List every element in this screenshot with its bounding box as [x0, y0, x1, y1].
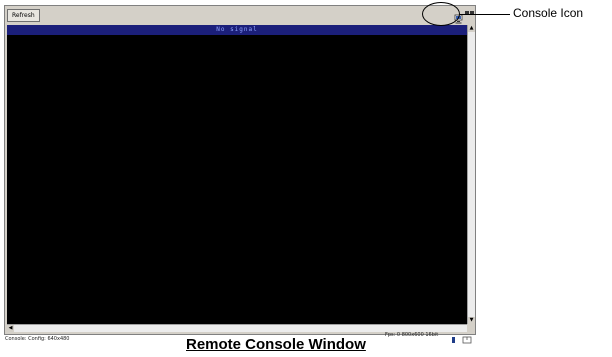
console-icon-callout-line — [460, 14, 510, 15]
scroll-down-icon[interactable]: ▼ — [468, 317, 475, 324]
scroll-up-icon[interactable]: ▲ — [468, 25, 475, 32]
horizontal-scrollbar[interactable]: ◀ — [7, 324, 467, 332]
console-toolbar: Refresh — [5, 6, 475, 24]
mouse-icon[interactable] — [462, 329, 472, 344]
status-bottom-right: Fps: 0 800x600 16bit — [385, 332, 439, 338]
signal-status-bar: No signal — [7, 25, 467, 35]
console-icon-callout-circle — [422, 2, 460, 26]
status-bottom-left: Console: Config: 640x480 — [5, 336, 70, 342]
console-screen[interactable] — [7, 35, 467, 324]
remote-console-window: Refresh No signal ▲ ▼ ◀ — [4, 5, 476, 335]
figure-caption: Remote Console Window — [186, 336, 366, 353]
scroll-left-icon[interactable]: ◀ — [7, 325, 14, 332]
console-icon-callout-label: Console Icon — [513, 6, 584, 20]
keyboard-icon[interactable] — [450, 329, 457, 343]
toolbar-button[interactable]: Refresh — [7, 9, 40, 22]
vertical-scrollbar[interactable]: ▲ ▼ — [467, 25, 475, 324]
